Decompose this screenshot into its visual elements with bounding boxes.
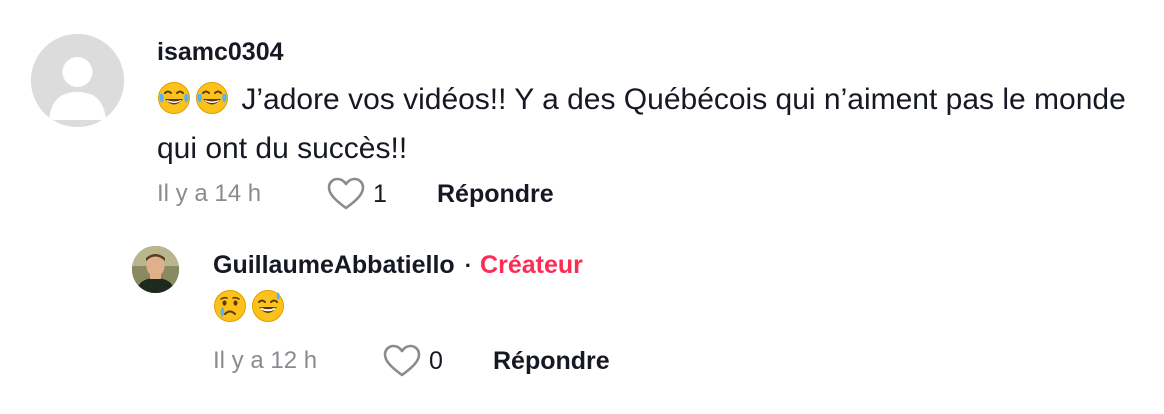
heart-icon — [383, 344, 421, 377]
default-avatar-icon — [31, 34, 124, 127]
like-button[interactable]: 1 — [327, 177, 437, 211]
like-count: 0 — [429, 346, 443, 375]
crying-face-icon — [213, 289, 247, 335]
reply-meta: Il y a 12 h 0 Répondre — [213, 343, 610, 379]
grinning-face-with-sweat-icon — [251, 289, 285, 335]
reply-timestamp: Il y a 12 h — [213, 347, 318, 374]
reply-header: GuillaumeAbbatiello · Créateur — [213, 251, 583, 280]
face-with-tears-of-joy-icon — [157, 81, 191, 127]
comment-username[interactable]: isamc0304 — [157, 38, 284, 67]
creator-badge: Créateur — [480, 251, 583, 279]
heart-icon — [327, 177, 365, 210]
reply-username[interactable]: GuillaumeAbbatiello — [213, 251, 455, 280]
profile-photo-icon — [132, 246, 179, 293]
reply-button[interactable]: Répondre — [437, 180, 554, 209]
avatar[interactable] — [31, 34, 124, 127]
comment-text-row: J’adore vos vidéos!! Y a des Québécois q… — [157, 78, 1157, 170]
like-button[interactable]: 0 — [383, 344, 493, 378]
like-count: 1 — [373, 179, 387, 208]
comment-text: J’adore vos vidéos!! Y a des Québécois q… — [157, 83, 1126, 165]
separator-dot: · — [464, 253, 473, 278]
creator-avatar[interactable] — [132, 246, 179, 293]
comment-meta: Il y a 14 h 1 Répondre — [157, 176, 554, 212]
face-with-tears-of-joy-icon — [195, 81, 229, 127]
reply-text-row — [213, 286, 1164, 335]
comment-timestamp: Il y a 14 h — [157, 180, 262, 207]
reply-button[interactable]: Répondre — [493, 347, 610, 376]
